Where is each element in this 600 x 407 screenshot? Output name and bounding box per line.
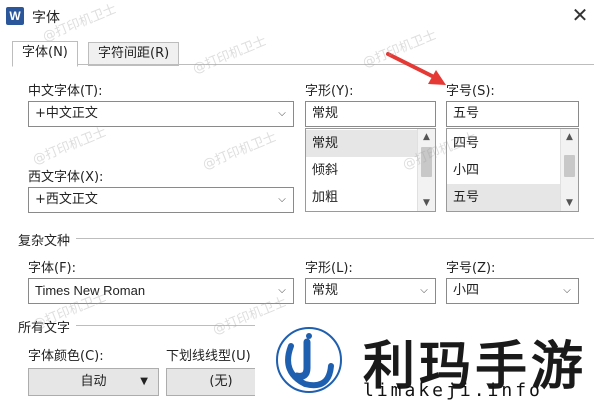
style-label: 字形(Y): <box>305 84 354 99</box>
chevron-down-icon: ⌵ <box>278 108 286 119</box>
close-button[interactable]: ✕ <box>566 3 594 29</box>
complex-style-select[interactable]: 常规 ⌵ <box>305 278 436 304</box>
list-item[interactable]: 加粗 <box>306 184 418 211</box>
chevron-down-icon: ⌵ <box>420 285 428 296</box>
chevron-down-icon: ⌵ <box>563 285 571 296</box>
tab-character-spacing[interactable]: 字符间距(R) <box>88 42 180 66</box>
western-font-label: 西文字体(X): <box>28 170 104 185</box>
complex-font-value: Times New Roman <box>35 283 146 298</box>
scroll-down-icon[interactable]: ▼ <box>418 195 435 211</box>
complex-style-value: 常规 <box>312 283 339 298</box>
title-bar: W 字体 ✕ <box>0 0 600 34</box>
size-listbox[interactable]: 四号 小四 五号 ▲ ▼ <box>446 128 579 212</box>
chevron-down-icon: ⌵ <box>278 194 286 205</box>
list-item[interactable]: 小四 <box>447 157 561 184</box>
logo-domain-text: limakeji.info <box>363 380 543 401</box>
complex-style-label: 字形(L): <box>305 261 353 276</box>
scroll-thumb[interactable] <box>421 147 432 177</box>
style-input[interactable]: 常规 <box>305 101 436 127</box>
complex-size-value: 小四 <box>453 283 480 298</box>
scroll-up-icon[interactable]: ▲ <box>418 129 435 145</box>
chevron-down-icon: ⌵ <box>278 285 286 296</box>
underline-style-label: 下划线线型(U) <box>166 349 251 364</box>
word-app-icon: W <box>6 7 24 25</box>
watermark: @打印机卫士 <box>200 129 279 173</box>
complex-font-select[interactable]: Times New Roman ⌵ <box>28 278 294 304</box>
tab-font[interactable]: 字体(N) <box>12 41 78 67</box>
watermark: @打印机卫士 <box>30 124 109 168</box>
scroll-thumb[interactable] <box>564 155 575 177</box>
complex-size-label: 字号(Z): <box>446 261 496 276</box>
all-text-group-title: 所有文字 <box>18 317 77 336</box>
dialog-title: 字体 <box>32 10 60 26</box>
chinese-font-label: 中文字体(T): <box>28 84 103 99</box>
list-item[interactable]: 四号 <box>447 130 561 157</box>
size-input[interactable]: 五号 <box>446 101 579 127</box>
western-font-select[interactable]: +西文正文 ⌵ <box>28 187 294 213</box>
chinese-font-select[interactable]: +中文正文 ⌵ <box>28 101 294 127</box>
tab-strip: 字体(N) 字符间距(R) <box>0 34 600 67</box>
list-item[interactable]: 五号 <box>447 184 561 211</box>
font-color-label: 字体颜色(C): <box>28 349 104 364</box>
complex-size-select[interactable]: 小四 ⌵ <box>446 278 579 304</box>
underline-style-value: (无) <box>209 374 233 389</box>
complex-script-group-title: 复杂文种 <box>18 230 77 249</box>
font-color-value: 自动 <box>80 374 107 389</box>
chinese-font-value: +中文正文 <box>35 106 98 121</box>
scroll-down-icon[interactable]: ▼ <box>561 195 578 211</box>
logo-swirl-icon <box>276 327 342 393</box>
group-divider <box>18 238 594 239</box>
western-font-value: +西文正文 <box>35 192 98 207</box>
font-color-button[interactable]: 自动 ▼ <box>28 368 159 396</box>
caret-down-icon: ▼ <box>140 376 148 387</box>
site-logo-overlay: 利玛手游 limakeji.info <box>255 318 600 407</box>
complex-font-label: 字体(F): <box>28 261 77 276</box>
list-item[interactable]: 常规 <box>306 130 418 157</box>
red-arrow-icon <box>386 52 446 85</box>
style-scrollbar[interactable]: ▲ ▼ <box>417 129 435 211</box>
size-scrollbar[interactable]: ▲ ▼ <box>560 129 578 211</box>
scroll-up-icon[interactable]: ▲ <box>561 129 578 145</box>
list-item[interactable]: 倾斜 <box>306 157 418 184</box>
tab-panel-border <box>12 64 594 65</box>
style-listbox[interactable]: 常规 倾斜 加粗 ▲ ▼ <box>305 128 436 212</box>
